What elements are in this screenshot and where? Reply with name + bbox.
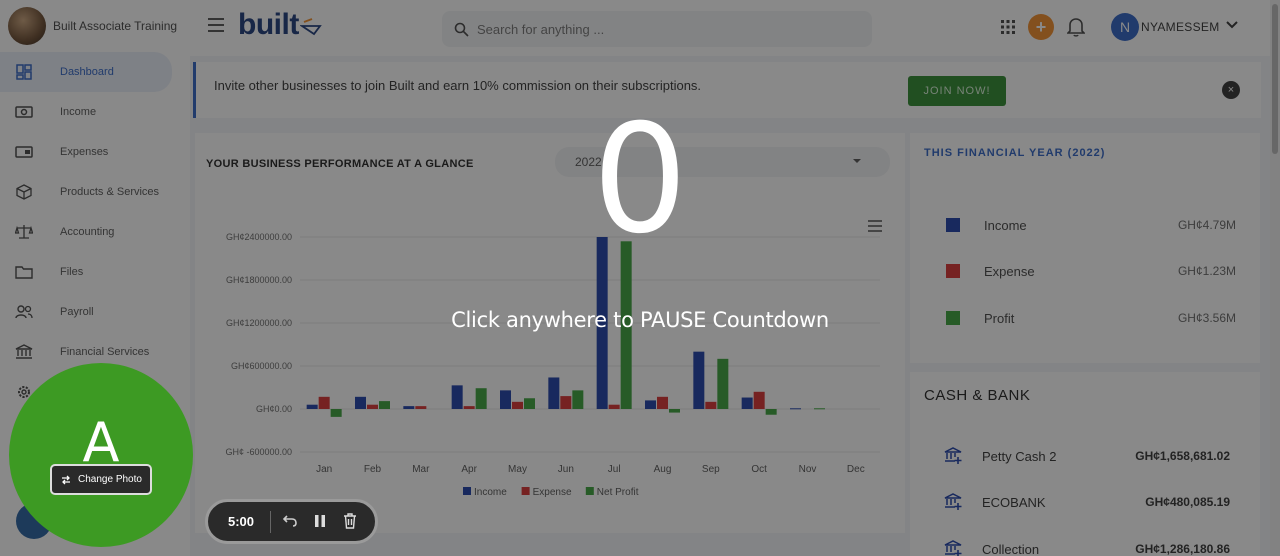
trash-icon[interactable] [343, 513, 357, 529]
countdown-number: 0 [592, 93, 688, 267]
change-photo-label: Change Photo [78, 474, 142, 485]
countdown-overlay[interactable]: 0 Click anywhere to PAUSE Countdown [0, 0, 1280, 556]
change-photo-button[interactable]: Change Photo [50, 464, 152, 495]
swap-icon [62, 475, 71, 484]
webcam-bubble[interactable]: A Change Photo [9, 363, 193, 547]
recorder-controls: 5:00 [205, 499, 378, 544]
undo-icon[interactable] [282, 514, 298, 528]
recording-timer: 5:00 [228, 514, 255, 529]
countdown-message: Click anywhere to PAUSE Countdown [451, 308, 829, 332]
divider [270, 511, 271, 533]
pause-icon[interactable] [314, 514, 326, 528]
